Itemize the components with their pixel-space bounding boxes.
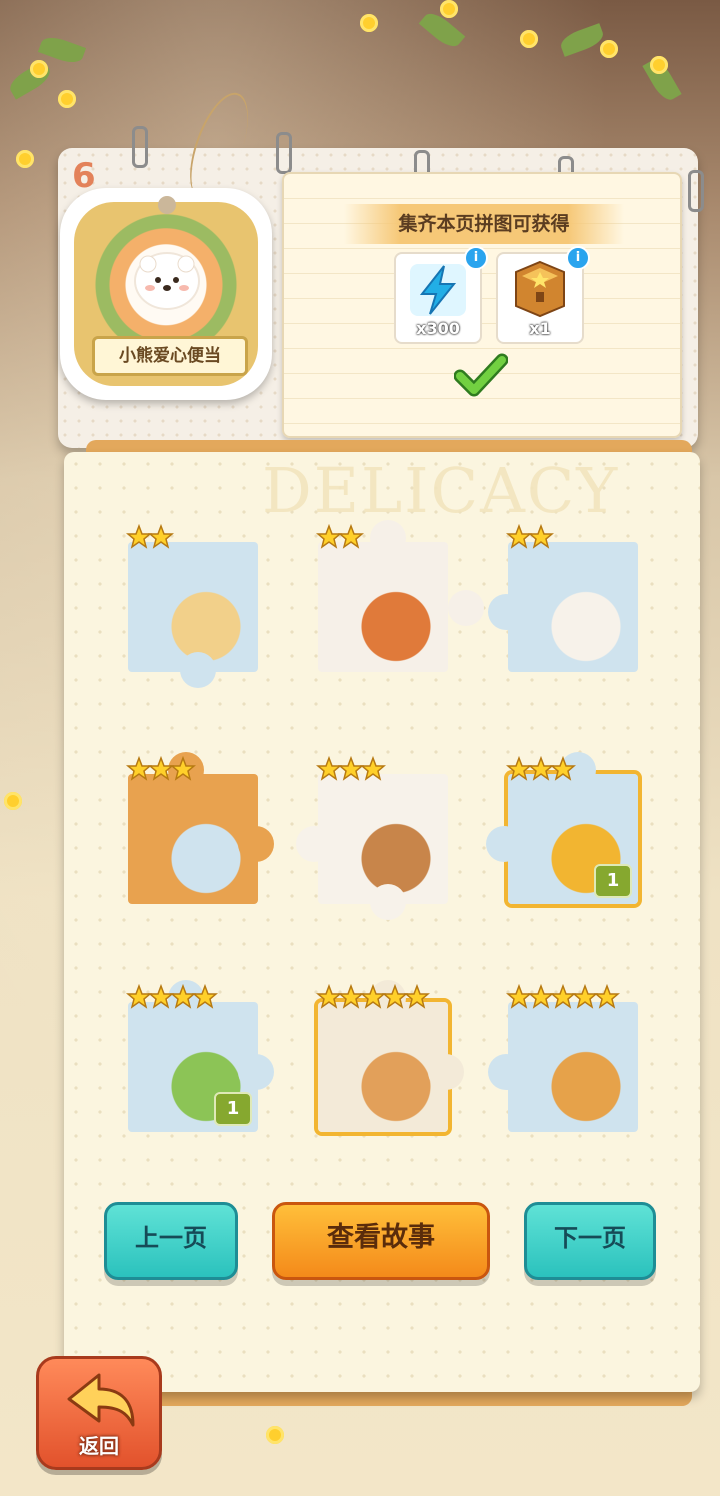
duplicate-count-badge: 1 (214, 1092, 252, 1126)
puzzle-piece[interactable] (296, 756, 448, 920)
back-button[interactable]: 返回 (36, 1356, 162, 1470)
piece-nub (238, 826, 274, 862)
piece-nub (488, 594, 524, 630)
piece-nub (486, 826, 522, 862)
puzzle-piece[interactable]: 1 (486, 752, 638, 904)
piece-nub (370, 884, 406, 920)
piece-stars (506, 524, 554, 550)
reward-item-chest[interactable]: x1 i (496, 246, 590, 344)
piece-stars (126, 984, 218, 1010)
puzzle-piece[interactable] (316, 980, 464, 1132)
piece-stars (126, 756, 196, 782)
star-icon (148, 524, 174, 549)
piece-nub (448, 590, 484, 626)
piece-stars (316, 756, 386, 782)
piece-nub (370, 520, 406, 556)
puzzle-piece[interactable] (488, 984, 638, 1132)
next-page-button[interactable]: 下一页 (524, 1202, 656, 1280)
star-icon (528, 524, 554, 549)
star-icon (338, 524, 364, 549)
duplicate-count-badge: 1 (594, 864, 632, 898)
back-arrow-icon (67, 1373, 135, 1427)
puzzle-piece[interactable]: 1 (126, 980, 274, 1132)
star-icon (404, 984, 430, 1009)
puzzle-piece[interactable] (126, 752, 274, 904)
bear-face-icon (136, 254, 198, 308)
piece-nub (428, 1054, 464, 1090)
album-tag: 小熊爱心便当 (60, 188, 272, 400)
piece-nub (296, 826, 332, 862)
puzzle-piece[interactable] (488, 524, 638, 672)
back-label: 返回 (79, 1434, 119, 1458)
reward-title: 集齐本页拼图可获得 (344, 204, 624, 244)
album-title: 小熊爱心便当 (92, 336, 248, 376)
piece-stars (316, 984, 430, 1010)
check-icon (454, 353, 508, 397)
piece-image (508, 1002, 638, 1132)
piece-stars (506, 984, 620, 1010)
piece-stars (506, 756, 576, 782)
reward-qty: x1 (529, 319, 551, 338)
piece-image (318, 542, 448, 672)
star-icon (594, 984, 620, 1009)
page-watermark: DELICACY (262, 454, 620, 527)
piece-nub (488, 1054, 524, 1090)
view-story-button[interactable]: 查看故事 (272, 1202, 490, 1280)
info-icon[interactable]: i (566, 246, 590, 270)
star-icon (550, 756, 576, 781)
piece-stars (126, 524, 174, 550)
piece-nub (238, 1054, 274, 1090)
prev-page-button[interactable]: 上一页 (104, 1202, 238, 1280)
tag-hole (158, 196, 176, 214)
star-icon (360, 756, 386, 781)
star-icon (170, 756, 196, 781)
piece-nub (180, 652, 216, 688)
reward-panel: 集齐本页拼图可获得 x300 i x1 i (282, 172, 682, 438)
reward-qty: x300 (416, 319, 460, 338)
piece-image (508, 542, 638, 672)
puzzle-piece[interactable] (126, 524, 258, 688)
star-icon (192, 984, 218, 1009)
piece-stars (316, 524, 364, 550)
reward-item-energy[interactable]: x300 i (394, 246, 488, 344)
puzzle-piece[interactable] (316, 520, 484, 672)
info-icon[interactable]: i (464, 246, 488, 270)
